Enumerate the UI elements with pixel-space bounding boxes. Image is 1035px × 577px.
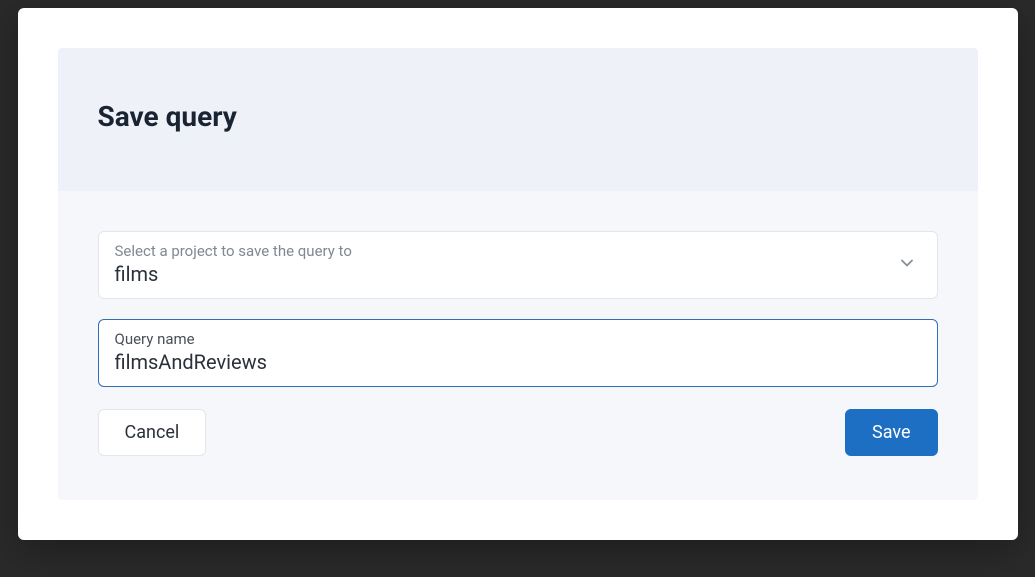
dialog-title: Save query (98, 100, 938, 133)
query-name-input[interactable] (115, 350, 921, 374)
chevron-down-icon (897, 253, 917, 277)
cancel-button[interactable]: Cancel (98, 409, 207, 456)
button-row: Cancel Save (98, 409, 938, 456)
modal-header: Save query (58, 48, 978, 191)
modal-inner-panel: Save query Select a project to save the … (58, 48, 978, 500)
query-name-field[interactable]: Query name (98, 319, 938, 387)
modal-body: Select a project to save the query to fi… (58, 191, 978, 500)
query-name-label: Query name (115, 330, 921, 348)
project-select-value: films (115, 262, 921, 286)
project-select-label: Select a project to save the query to (115, 242, 921, 260)
save-button[interactable]: Save (845, 409, 938, 456)
save-query-modal: Save query Select a project to save the … (18, 8, 1018, 540)
project-select[interactable]: Select a project to save the query to fi… (98, 231, 938, 299)
